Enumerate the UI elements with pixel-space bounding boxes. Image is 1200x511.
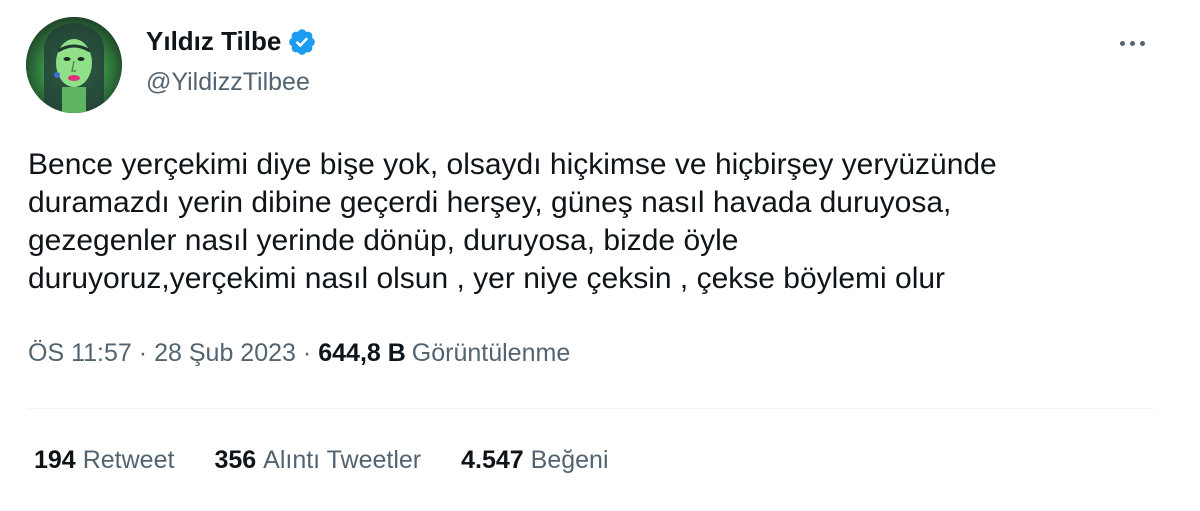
tweet-time[interactable]: ÖS 11:57 bbox=[28, 339, 132, 368]
more-options-icon bbox=[1119, 40, 1125, 46]
tweet-text: Bence yerçekimi diye bişe yok, olsaydı h… bbox=[28, 148, 997, 295]
avatar[interactable] bbox=[26, 17, 122, 113]
views-label: Görüntülenme bbox=[411, 339, 571, 367]
tweet-date[interactable]: 28 Şub 2023 bbox=[154, 339, 296, 368]
divider bbox=[28, 408, 1154, 409]
retweets-count: 194 bbox=[34, 446, 76, 474]
more-options-button[interactable] bbox=[1112, 28, 1152, 58]
tweet-meta: ÖS 11:57 · 28 Şub 2023 · 644,8 B Görüntü… bbox=[28, 339, 570, 368]
likes-stat[interactable]: 4.547 Beğeni bbox=[461, 446, 608, 475]
more-options-icon-dot bbox=[1139, 40, 1145, 46]
meta-separator: · bbox=[138, 339, 148, 367]
avatar-photo-icon bbox=[26, 17, 122, 113]
author-display-name[interactable]: Yıldız Tilbe bbox=[146, 26, 281, 57]
likes-label: Beğeni bbox=[530, 446, 609, 474]
retweets-label: Retweet bbox=[82, 446, 175, 474]
quote-tweets-label: Alıntı Tweetler bbox=[263, 446, 422, 474]
quote-tweets-stat[interactable]: 356 Alıntı Tweetler bbox=[214, 446, 421, 475]
meta-separator: · bbox=[302, 339, 312, 367]
more-options-icon-dot bbox=[1129, 40, 1135, 46]
quote-tweets-count: 356 bbox=[214, 446, 257, 474]
retweets-stat[interactable]: 194 Retweet bbox=[34, 446, 174, 475]
author-name-row: Yıldız Tilbe bbox=[146, 26, 317, 57]
likes-count: 4.547 bbox=[461, 446, 524, 474]
views-count[interactable]: 644,8 B bbox=[318, 339, 406, 368]
author-handle[interactable]: @YildizzTilbee bbox=[146, 68, 310, 97]
verified-badge-icon bbox=[287, 27, 317, 57]
engagement-stats: 194 Retweet 356 Alıntı Tweetler 4.547 Be… bbox=[34, 446, 609, 475]
